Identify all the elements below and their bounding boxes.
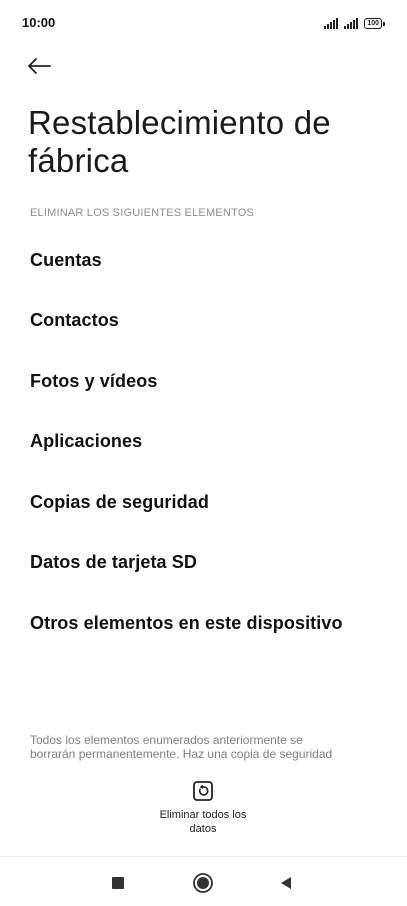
nav-back-button[interactable] [272, 869, 300, 897]
arrow-left-icon [28, 58, 51, 74]
navigation-bar [0, 856, 407, 906]
status-icons: 100 [324, 13, 385, 29]
list-item-tarjeta-sd: Datos de tarjeta SD [30, 552, 197, 573]
page-title: Restablecimiento de fábrica [28, 104, 331, 179]
list-item-contactos: Contactos [30, 310, 119, 331]
list-item-aplicaciones: Aplicaciones [30, 431, 143, 452]
triangle-back-icon [281, 877, 291, 889]
square-icon [112, 877, 124, 889]
status-time: 10:00 [22, 15, 56, 30]
footer-note: Todos los elementos enumerados anteriorm… [30, 733, 333, 761]
recents-button[interactable] [104, 869, 132, 897]
list-item-fotos: Fotos y vídeos [30, 370, 158, 391]
list-item-otros: Otros elementos en este dispositivo [30, 612, 343, 633]
battery-icon: 100 [364, 18, 385, 29]
circle-icon [193, 873, 213, 893]
list-item-copias: Copias de seguridad [30, 491, 209, 512]
section-header: ELIMINAR LOS SIGUIENTES ELEMENTOS [30, 207, 255, 219]
signal-icon [324, 17, 339, 29]
signal-icon-2 [344, 17, 359, 29]
battery-level: 100 [367, 19, 379, 27]
status-bar: 10:00 100 [0, 0, 407, 44]
item-list: Cuentas Contactos Fotos y vídeos Aplicac… [0, 230, 407, 654]
home-button[interactable] [189, 869, 217, 897]
reset-icon [193, 781, 213, 801]
erase-all-data-label: Eliminar todos los datos [159, 809, 247, 835]
list-item-cuentas: Cuentas [30, 249, 102, 270]
back-button[interactable] [26, 50, 62, 82]
erase-all-data-button[interactable]: Eliminar todos los datos [128, 780, 278, 836]
